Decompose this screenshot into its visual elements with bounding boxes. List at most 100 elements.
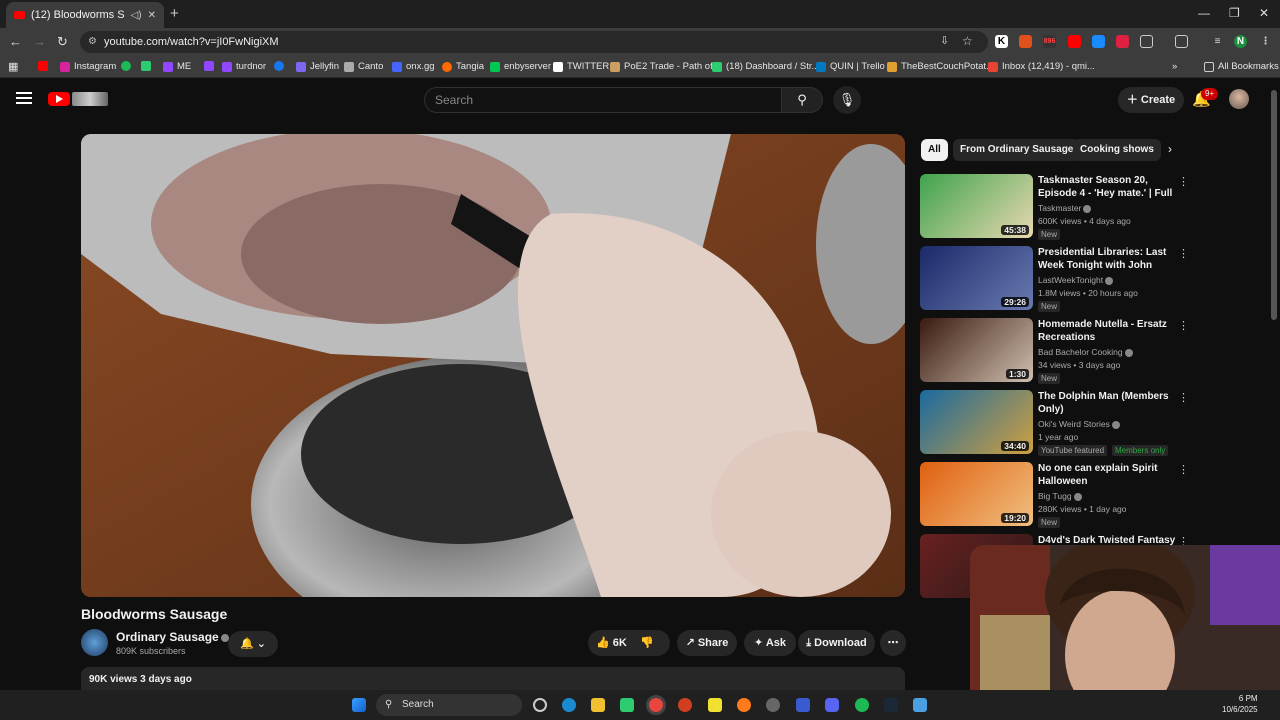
edge-icon[interactable] <box>562 698 576 712</box>
chevron-right-icon[interactable]: › <box>1168 142 1172 156</box>
channel-name[interactable]: Bad Bachelor Cooking <box>1038 347 1133 357</box>
video-thumbnail[interactable]: 29:26 <box>920 246 1033 310</box>
browser-tab[interactable]: (12) Bloodworms Sausage ◁) ✕ <box>6 2 164 28</box>
voice-search-button[interactable]: 🎙 <box>833 86 861 114</box>
recommended-video[interactable]: 29:26 Presidential Libraries: Last Week T… <box>920 246 1210 312</box>
ask-button[interactable]: ✦ Ask <box>744 630 796 656</box>
extension-k-icon[interactable]: K <box>995 35 1008 48</box>
more-options-icon[interactable]: ⋮ <box>1178 463 1189 476</box>
discord-icon[interactable] <box>825 698 839 712</box>
video-thumbnail[interactable]: 45:38 <box>920 174 1033 238</box>
bookmark-item[interactable]: PoE2 Trade - Path of... <box>610 61 721 72</box>
bookmark-item[interactable]: enbyserver <box>490 61 551 72</box>
bookmark-item[interactable]: onx.gg <box>392 61 435 72</box>
create-button[interactable]: ＋ Create <box>1118 87 1184 113</box>
bookmark-item[interactable]: TWITTER <box>553 61 609 72</box>
windows-start-icon[interactable] <box>352 698 366 712</box>
split-view-icon[interactable] <box>1175 35 1188 48</box>
profile-icon[interactable]: N <box>1234 35 1247 48</box>
video-title[interactable]: Taskmaster Season 20, Episode 4 - 'Hey m… <box>1038 174 1180 200</box>
bookmark-item[interactable]: TheBestCouchPotat... <box>887 61 994 72</box>
bookmark-item[interactable] <box>38 61 52 71</box>
more-actions-button[interactable]: ⋯ <box>880 630 906 656</box>
steam-icon[interactable] <box>884 698 898 712</box>
app-green-icon[interactable] <box>620 698 634 712</box>
spotify-icon[interactable] <box>855 698 869 712</box>
youtube-doodle-logo[interactable] <box>72 92 108 106</box>
speaker-icon[interactable]: ◁) <box>131 10 142 21</box>
bookmark-item[interactable]: Inbox (12,419) - qmi... <box>988 61 1095 72</box>
extension-red-icon[interactable] <box>1116 35 1129 48</box>
more-options-icon[interactable]: ⋮ <box>1178 319 1189 332</box>
system-clock[interactable]: 6 PM 10/6/2025 <box>1222 693 1258 715</box>
taskbar-search[interactable]: ⚲ Search <box>376 694 522 716</box>
video-title[interactable]: Homemade Nutella - Ersatz Recreations <box>1038 318 1180 344</box>
extension-896-icon[interactable]: 896 <box>1043 35 1056 48</box>
extension-translate-icon[interactable] <box>1092 35 1105 48</box>
restore-icon[interactable]: ❐ <box>1229 6 1240 20</box>
browser-menu-icon[interactable]: ⋮ <box>1259 35 1272 48</box>
extensions-puzzle-icon[interactable] <box>1140 35 1153 48</box>
share-button[interactable]: ↗ Share <box>677 630 737 656</box>
sticky-notes-icon[interactable] <box>708 698 722 712</box>
recommended-video[interactable]: 19:20 No one can explain Spirit Halloween… <box>920 462 1210 528</box>
copilot-icon[interactable] <box>533 698 547 712</box>
video-player[interactable] <box>81 134 905 597</box>
all-bookmarks-folder[interactable]: All Bookmarks <box>1204 61 1279 72</box>
hamburger-menu-icon[interactable] <box>16 92 32 104</box>
video-thumbnail[interactable]: 19:20 <box>920 462 1033 526</box>
more-options-icon[interactable]: ⋮ <box>1178 391 1189 404</box>
extension-fox-icon[interactable] <box>1019 35 1032 48</box>
bookmark-item[interactable]: Instagram <box>60 61 116 72</box>
chip-from-channel[interactable]: From Ordinary Sausage <box>953 139 1081 161</box>
video-thumbnail[interactable]: 1:30 <box>920 318 1033 382</box>
minimize-icon[interactable]: — <box>1198 6 1210 20</box>
video-title[interactable]: The Dolphin Man (Members Only) <box>1038 390 1180 416</box>
more-options-icon[interactable]: ⋮ <box>1178 175 1189 188</box>
install-app-icon[interactable]: ⇩ <box>940 34 949 47</box>
extension-youtube-icon[interactable] <box>1068 35 1081 48</box>
close-window-icon[interactable]: ✕ <box>1259 6 1269 20</box>
youtube-logo[interactable] <box>48 92 70 106</box>
channel-name[interactable]: Taskmaster <box>1038 203 1092 213</box>
bookmark-star-icon[interactable]: ☆ <box>962 34 973 48</box>
channel-name[interactable]: Big Tugg <box>1038 491 1082 501</box>
bookmark-item[interactable]: Jellyfin <box>296 61 339 72</box>
recommended-video[interactable]: 34:40 The Dolphin Man (Members Only) Oki's… <box>920 390 1210 456</box>
bookmark-item[interactable] <box>121 61 135 71</box>
video-title[interactable]: No one can explain Spirit Halloween <box>1038 462 1180 488</box>
video-title[interactable]: Presidential Libraries: Last Week Tonigh… <box>1038 246 1180 272</box>
dislike-button[interactable]: 👎 <box>640 630 654 656</box>
channel-name[interactable]: LastWeekTonight <box>1038 275 1114 285</box>
search-input[interactable]: Search <box>424 87 782 113</box>
chip-cooking-shows[interactable]: Cooking shows <box>1073 139 1161 161</box>
app-basketball-icon[interactable] <box>678 698 692 712</box>
recommended-video[interactable]: 45:38 Taskmaster Season 20, Episode 4 - '… <box>920 174 1210 240</box>
more-options-icon[interactable]: ⋮ <box>1178 247 1189 260</box>
forward-icon[interactable]: → <box>33 34 46 49</box>
channel-avatar[interactable] <box>81 629 108 656</box>
bookmark-item[interactable]: ME <box>163 61 191 72</box>
bookmark-item[interactable] <box>141 61 155 71</box>
bookmark-item[interactable]: QUIN | Trello <box>816 61 885 72</box>
reading-list-icon[interactable]: ≡ <box>1211 35 1224 48</box>
back-icon[interactable]: ← <box>9 34 22 49</box>
bookmark-item[interactable]: turdnor <box>222 61 266 72</box>
site-info-icon[interactable]: ⚙ <box>88 31 97 53</box>
close-tab-icon[interactable]: ✕ <box>148 10 156 21</box>
more-bookmarks-icon[interactable]: » <box>1172 61 1177 72</box>
apps-grid-icon[interactable]: ▦ <box>8 60 18 73</box>
chrome-icon[interactable] <box>649 698 663 712</box>
new-tab-icon[interactable]: + <box>170 5 179 22</box>
bookmark-item[interactable]: Tangia <box>442 61 484 72</box>
firefox-icon[interactable] <box>737 698 751 712</box>
obs-icon[interactable] <box>766 698 780 712</box>
file-explorer-icon[interactable] <box>591 698 605 712</box>
search-button[interactable]: ⚲ <box>781 87 823 113</box>
page-scrollbar[interactable] <box>1271 90 1277 320</box>
bookmark-item[interactable]: Canto <box>344 61 383 72</box>
account-avatar[interactable] <box>1229 89 1249 109</box>
url-field[interactable]: ⚙ youtube.com/watch?v=jI0FwNigiXM <box>80 31 988 53</box>
bookmark-item[interactable]: (18) Dashboard / Str... <box>712 61 819 72</box>
subscription-notifications-button[interactable]: 🔔 ⌄ <box>228 631 278 657</box>
